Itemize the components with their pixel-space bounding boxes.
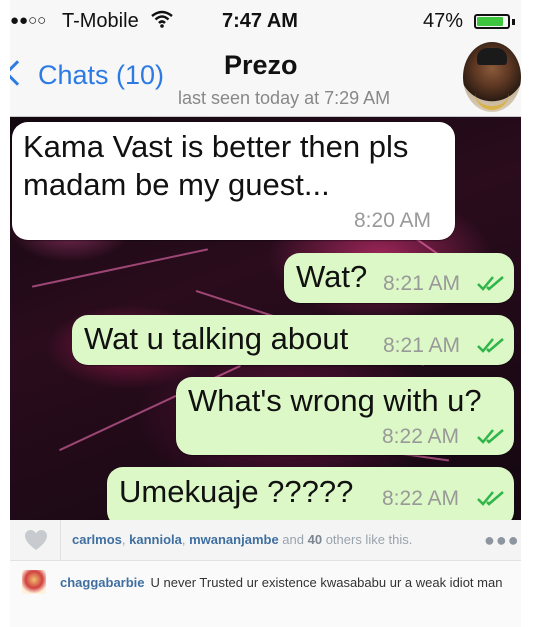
status-time: 7:47 AM [222,10,298,32]
message-time: 8:21 AM [383,334,461,357]
message-time: 8:21 AM [383,272,461,295]
message-time: 8:22 AM [382,487,460,510]
message-text: What's wrong with u? [188,383,482,418]
double-check-icon [477,337,505,353]
likes-bar: carlmos, kanniola, mwananjambe and 40 ot… [10,520,521,561]
likes-summary: carlmos, kanniola, mwananjambe and 40 ot… [72,532,412,547]
double-check-icon [477,275,505,291]
avatar-chain [475,90,509,110]
avatar-cap [477,48,507,65]
comment-body: chaggabarbie U never Trusted ur existence… [60,572,510,593]
chat-header: Chats (10) Prezo last seen today at 7:29… [10,42,521,117]
others-count[interactable]: 40 [308,532,322,547]
contact-avatar[interactable] [463,42,521,112]
message-time: 8:22 AM [382,425,460,448]
carrier-name: T-Mobile [62,10,139,32]
heart-icon[interactable] [24,529,48,551]
chat-screenshot: ●●○○ T-Mobile 7:47 AM 47% Chats (10) Pre… [10,0,521,520]
status-bar: ●●○○ T-Mobile 7:47 AM 47% [10,0,521,44]
liker-username[interactable]: mwananjambe [189,532,279,547]
last-seen-status: last seen today at 7:29 AM [178,88,391,108]
likes-suffix: others like this. [322,532,413,547]
liker-username[interactable]: kanniola [129,532,182,547]
double-check-icon [477,490,505,506]
back-label: Chats (10) [38,60,165,90]
battery-tip [512,19,515,25]
message-bubble-outgoing[interactable]: Wat u talking about 8:21 AM [72,315,514,365]
more-options-icon[interactable]: ●●● [484,530,520,551]
message-text: Wat? [296,259,368,294]
chevron-left-icon [10,60,30,86]
liker-username[interactable]: carlmos [72,532,122,547]
back-to-chats-button[interactable]: Chats (10) [10,60,164,91]
message-text: madam be my guest... [23,167,330,202]
message-text: Kama Vast is better then pls [23,129,409,164]
message-text: Wat u talking about [84,321,349,356]
message-text: Umekuaje ????? [119,474,354,509]
message-bubble-outgoing[interactable]: Wat? 8:21 AM [284,253,514,303]
message-bubble-outgoing[interactable]: What's wrong with u? 8:22 AM [176,377,514,455]
battery-percent: 47% [423,10,464,32]
commenter-avatar[interactable] [22,570,46,594]
comment-text: U never Trusted ur existence kwasababu u… [150,575,503,590]
likes-and-word: and [278,532,308,547]
message-time: 8:20 AM [354,209,432,232]
double-check-icon [477,428,505,444]
commenter-username[interactable]: chaggabarbie [60,575,145,590]
wifi-icon [151,10,173,33]
message-bubble-incoming[interactable]: Kama Vast is better then pls madam be my… [12,122,455,240]
contact-name[interactable]: Prezo [224,50,298,81]
message-bubble-outgoing[interactable]: Umekuaje ????? 8:22 AM [107,467,514,520]
divider [60,520,61,560]
signal-strength-icon: ●●○○ [10,12,47,29]
battery-fill [477,17,503,26]
wallpaper-streak [31,248,209,288]
battery-icon [474,14,515,29]
likes-separator: , [181,532,190,547]
comment: chaggabarbie U never Trusted ur existence… [10,561,521,627]
